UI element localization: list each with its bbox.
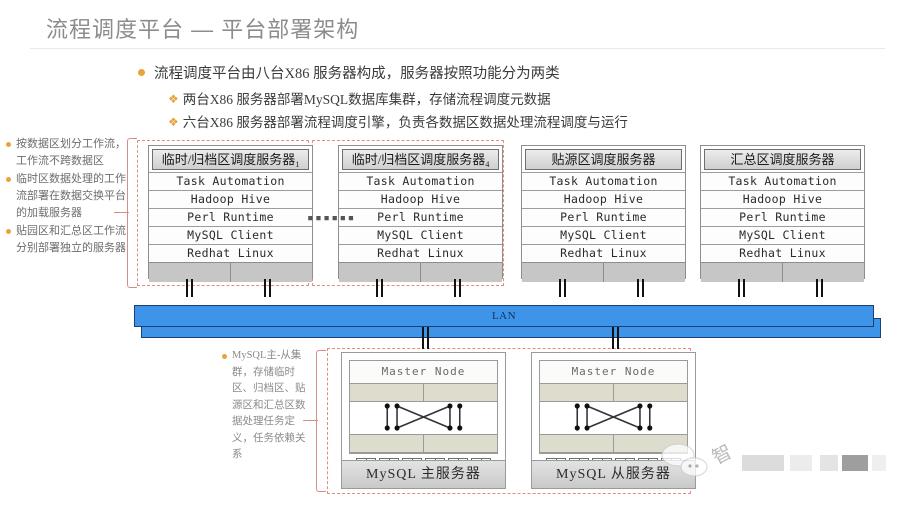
bullet-level2: ❖ 两台X86 服务器部署MySQL数据库集群，存储流程调度元数据 xyxy=(168,88,758,108)
server-layer: Task Automation xyxy=(522,172,685,190)
server-layer: Redhat Linux xyxy=(149,244,312,262)
left-note-text: 贴园区和汇总区工作流分别部署独立的服务器 xyxy=(16,225,126,254)
server-layer: Hadoop Hive xyxy=(701,190,864,208)
server-chassis-base xyxy=(149,262,312,282)
server-connector-pin xyxy=(738,279,745,297)
list-item: MySQL主-从集群，存储临时区、归档区、贴源区和汇总区数据处理任务定义，任务依… xyxy=(222,348,314,464)
server-connector-pin xyxy=(559,279,566,297)
server-layer: Redhat Linux xyxy=(339,244,502,262)
node-band-upper xyxy=(540,384,687,402)
server-connector-pin xyxy=(264,279,271,297)
bullet-level1-text: 流程调度平台由八台X86 服务器构成，服务器按照功能分为两类 xyxy=(154,66,560,82)
server-layer: MySQL Client xyxy=(149,226,312,244)
node-interconnect xyxy=(350,402,497,434)
mysql-master-label: MySQL 主服务器 xyxy=(342,460,505,488)
bullet-block: 流程调度平台由八台X86 服务器构成，服务器按照功能分为两类 ❖ 两台X86 服… xyxy=(138,62,758,134)
server-connector-pin xyxy=(816,279,823,297)
ellipsis-separator: ▪▪▪▪▪▪ xyxy=(307,211,356,224)
server-layer: Task Automation xyxy=(149,172,312,190)
lan-bar[interactable]: LAN xyxy=(134,305,874,327)
server-layer: MySQL Client xyxy=(701,226,864,244)
server-layer: Task Automation xyxy=(339,172,502,190)
left-note-text: 临时区数据处理的工作流部署在数据交换平台的加载服务器 xyxy=(16,173,126,219)
server-connector-pin xyxy=(186,279,193,297)
node-band-lower xyxy=(350,434,497,453)
server-box-4[interactable]: 汇总区调度服务器 Task Automation Hadoop Hive Per… xyxy=(700,145,865,282)
bullet-level2-text: 六台X86 服务器部署流程调度引擎，负责各数据区数据处理流程调度与运行 xyxy=(182,115,628,130)
bottom-note-text: MySQL主-从集群，存储临时区、归档区、贴源区和汇总区数据处理任务定义，任务依… xyxy=(232,350,306,460)
master-node-label: Master Node xyxy=(350,361,497,384)
server-layer: Perl Runtime xyxy=(701,208,864,226)
page-title: 流程调度平台 — 平台部署架构 xyxy=(46,17,360,42)
mysql-master-box[interactable]: Master Node MySQL 主服务器 xyxy=(341,352,506,489)
server-box-2[interactable]: 临时/归档区调度服务器4 Task Automation Hadoop Hive… xyxy=(338,145,503,282)
server-layer: Perl Runtime xyxy=(149,208,312,226)
bullet-dot-icon xyxy=(6,177,11,182)
mysql-master-chassis: Master Node xyxy=(349,360,498,483)
diamond-bullet-icon: ❖ xyxy=(168,92,179,106)
server-box-1[interactable]: 临时/归档区调度服务器1 Task Automation Hadoop Hive… xyxy=(148,145,313,282)
left-note-text: 按数据区划分工作流，工作流不跨数据区 xyxy=(16,138,126,167)
server-layer: MySQL Client xyxy=(522,226,685,244)
server-layer: Perl Runtime xyxy=(522,208,685,226)
server-connector-pin xyxy=(454,279,461,297)
server-chassis-base xyxy=(701,262,864,282)
server-layer: Redhat Linux xyxy=(701,244,864,262)
node-band-upper xyxy=(350,384,497,402)
crossover-wires-icon xyxy=(384,403,463,431)
slide-canvas: 流程调度平台 — 平台部署架构 流程调度平台由八台X86 服务器构成，服务器按照… xyxy=(0,0,900,506)
server-layer: Hadoop Hive xyxy=(149,190,312,208)
bullet-dot-icon xyxy=(6,142,11,147)
db-connector-pin xyxy=(422,327,429,349)
bullet-dot-icon xyxy=(6,229,11,234)
bullet-dot-icon xyxy=(222,354,227,359)
server-layer: Perl Runtime xyxy=(339,208,502,226)
bullet-level2-text: 两台X86 服务器部署MySQL数据库集群，存储流程调度元数据 xyxy=(182,92,551,107)
group-leader-line-bottom xyxy=(303,420,318,422)
list-item: 贴园区和汇总区工作流分别部署独立的服务器 xyxy=(6,223,128,257)
list-item: 按数据区划分工作流，工作流不跨数据区 xyxy=(6,136,128,170)
server-title-3: 贴源区调度服务器 xyxy=(525,149,682,170)
bullet-level1: 流程调度平台由八台X86 服务器构成，服务器按照功能分为两类 xyxy=(138,62,758,83)
server-connector-pin xyxy=(637,279,644,297)
server-layer: Task Automation xyxy=(701,172,864,190)
left-annotation-list: 按数据区划分工作流，工作流不跨数据区 临时区数据处理的工作流部署在数据交换平台的… xyxy=(6,136,128,258)
crossover-wires-icon xyxy=(574,403,653,431)
server-layer: MySQL Client xyxy=(339,226,502,244)
server-title-4: 汇总区调度服务器 xyxy=(704,149,861,170)
server-box-3[interactable]: 贴源区调度服务器 Task Automation Hadoop Hive Per… xyxy=(521,145,686,282)
bottom-annotation: MySQL主-从集群，存储临时区、归档区、贴源区和汇总区数据处理任务定义，任务依… xyxy=(222,348,314,465)
db-connector-pin xyxy=(612,327,619,349)
group-leader-line-top xyxy=(114,212,129,214)
server-title-2: 临时/归档区调度服务器4 xyxy=(342,149,499,170)
server-layer: Hadoop Hive xyxy=(522,190,685,208)
server-title-1: 临时/归档区调度服务器1 xyxy=(152,149,309,170)
server-layer: Hadoop Hive xyxy=(339,190,502,208)
bullet-level2: ❖ 六台X86 服务器部署流程调度引擎，负责各数据区数据处理流程调度与运行 xyxy=(168,111,758,131)
server-layer: Redhat Linux xyxy=(522,244,685,262)
diamond-bullet-icon: ❖ xyxy=(168,115,179,129)
node-interconnect xyxy=(540,402,687,434)
server-chassis-base xyxy=(339,262,502,282)
server-connector-pin xyxy=(376,279,383,297)
server-chassis-base xyxy=(522,262,685,282)
title-divider xyxy=(30,48,885,49)
master-node-label: Master Node xyxy=(540,361,687,384)
watermark-blurred-bars xyxy=(742,455,887,471)
list-item: 临时区数据处理的工作流部署在数据交换平台的加载服务器 xyxy=(6,171,128,222)
bullet-dot-icon xyxy=(138,69,145,76)
